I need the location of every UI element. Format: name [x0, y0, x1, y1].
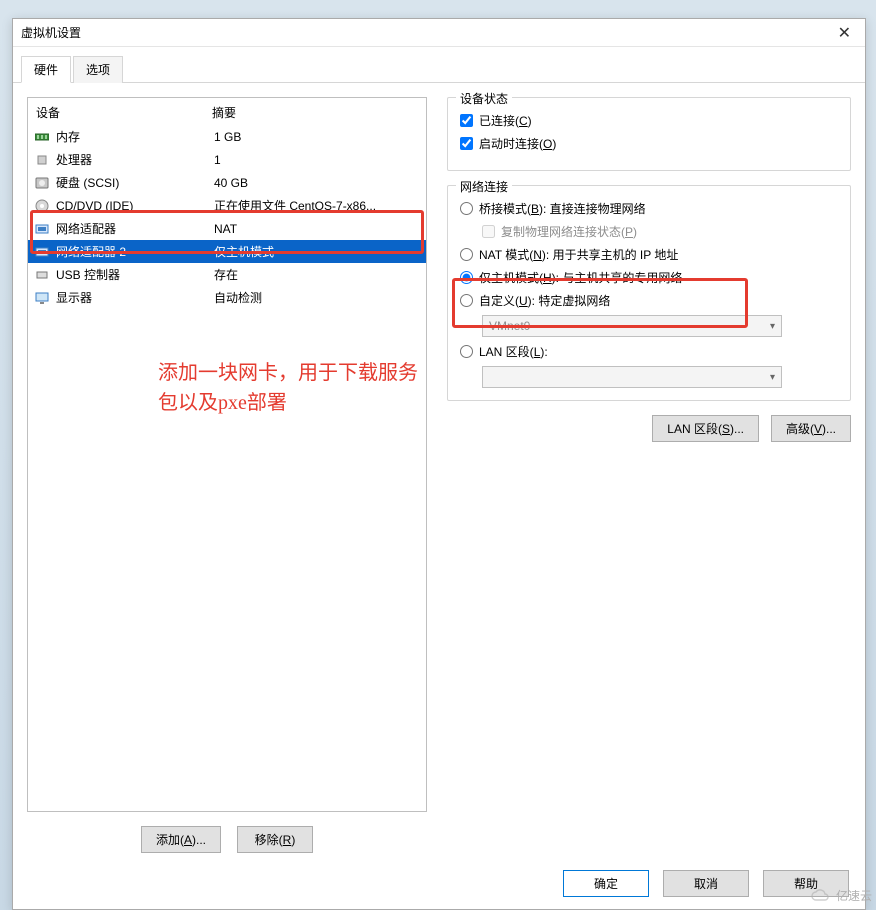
device-name: 网络适配器 2: [56, 243, 214, 260]
remove-button[interactable]: 移除(R): [237, 826, 313, 853]
radio-lan-segment[interactable]: LAN 区段(L):: [460, 343, 838, 360]
custom-network-select: VMnet0 ▾: [482, 315, 782, 337]
cloud-icon: [810, 888, 832, 904]
cd-icon: [34, 199, 50, 213]
chevron-down-icon: ▾: [770, 321, 775, 332]
disk-icon: [34, 176, 50, 190]
watermark: 亿速云: [810, 887, 872, 904]
device-row-cd[interactable]: CD/DVD (IDE) 正在使用文件 CentOS-7-x86...: [28, 194, 426, 217]
add-button[interactable]: 添加(A)...: [141, 826, 221, 853]
group-title: 设备状态: [456, 90, 512, 107]
checkbox-label: 启动时连接(O): [479, 135, 556, 152]
device-row-net1[interactable]: 网络适配器 NAT: [28, 217, 426, 240]
device-summary: 自动检测: [214, 289, 262, 306]
device-summary: 正在使用文件 CentOS-7-x86...: [214, 197, 376, 214]
col-summary: 摘要: [212, 104, 236, 121]
device-summary: 1: [214, 153, 221, 167]
device-name: 显示器: [56, 289, 214, 306]
lan-segments-button[interactable]: LAN 区段(S)...: [652, 415, 759, 442]
device-name: 处理器: [56, 151, 214, 168]
checkbox-replicate: 复制物理网络连接状态(P): [482, 223, 838, 240]
radio-label: 桥接模式(B): 直接连接物理网络: [479, 200, 646, 217]
usb-icon: [34, 268, 50, 282]
radio-label: NAT 模式(N): 用于共享主机的 IP 地址: [479, 246, 678, 263]
titlebar: 虚拟机设置 ✕: [13, 19, 865, 47]
device-name: USB 控制器: [56, 266, 214, 283]
radio-nat[interactable]: NAT 模式(N): 用于共享主机的 IP 地址: [460, 246, 838, 263]
radio-label: 仅主机模式(H): 与主机共享的专用网络: [479, 269, 682, 286]
checkbox-connect-poweron[interactable]: 启动时连接(O): [460, 135, 838, 152]
device-row-cpu[interactable]: 处理器 1: [28, 148, 426, 171]
device-name: CD/DVD (IDE): [56, 199, 214, 213]
device-name: 内存: [56, 128, 214, 145]
group-device-state: 设备状态 已连接(C) 启动时连接(O): [447, 97, 851, 171]
radio-bridged[interactable]: 桥接模式(B): 直接连接物理网络: [460, 200, 838, 217]
checkbox-connected[interactable]: 已连接(C): [460, 112, 838, 129]
radio-label: 自定义(U): 特定虚拟网络: [479, 292, 610, 309]
ok-button[interactable]: 确定: [563, 870, 649, 897]
tab-hardware[interactable]: 硬件: [21, 56, 71, 83]
network-icon: [34, 245, 50, 259]
device-row-disk[interactable]: 硬盘 (SCSI) 40 GB: [28, 171, 426, 194]
display-icon: [34, 291, 50, 305]
device-summary: 40 GB: [214, 176, 248, 190]
radio-label: LAN 区段(L):: [479, 343, 548, 360]
radio-custom[interactable]: 自定义(U): 特定虚拟网络: [460, 292, 838, 309]
device-name: 网络适配器: [56, 220, 214, 237]
col-device: 设备: [36, 104, 212, 121]
network-icon: [34, 222, 50, 236]
radio-hostonly[interactable]: 仅主机模式(H): 与主机共享的专用网络: [460, 269, 838, 286]
device-list: 设备 摘要 内存 1 GB 处理器 1 硬盘 (SCSI) 40 GB: [27, 97, 427, 812]
cpu-icon: [34, 153, 50, 167]
tab-options[interactable]: 选项: [73, 56, 123, 83]
checkbox-label: 已连接(C): [479, 112, 532, 129]
select-value: VMnet0: [489, 319, 530, 333]
group-title: 网络连接: [456, 178, 512, 195]
close-icon[interactable]: ✕: [832, 23, 857, 43]
memory-icon: [34, 130, 50, 144]
chevron-down-icon: ▾: [770, 372, 775, 383]
cancel-button[interactable]: 取消: [663, 870, 749, 897]
vm-settings-dialog: 虚拟机设置 ✕ 硬件 选项 设备 摘要 内存 1 GB 处理器 1: [12, 18, 866, 910]
window-title: 虚拟机设置: [21, 24, 832, 41]
lan-segment-select: ▾: [482, 366, 782, 388]
device-summary: 1 GB: [214, 130, 241, 144]
device-summary: 存在: [214, 266, 238, 283]
group-network-connection: 网络连接 桥接模式(B): 直接连接物理网络 复制物理网络连接状态(P) NAT…: [447, 185, 851, 401]
device-row-display[interactable]: 显示器 自动检测: [28, 286, 426, 309]
device-row-memory[interactable]: 内存 1 GB: [28, 125, 426, 148]
device-list-header: 设备 摘要: [28, 98, 426, 125]
annotation-text: 添加一块网卡，用于下载服务包以及pxe部署: [158, 358, 418, 418]
tabstrip: 硬件 选项: [13, 47, 865, 83]
checkbox-label: 复制物理网络连接状态(P): [501, 223, 637, 240]
device-summary: NAT: [214, 222, 237, 236]
dialog-footer: 确定 取消 帮助: [563, 870, 849, 897]
device-row-net2[interactable]: 网络适配器 2 仅主机模式: [28, 240, 426, 263]
advanced-button[interactable]: 高级(V)...: [771, 415, 851, 442]
device-row-usb[interactable]: USB 控制器 存在: [28, 263, 426, 286]
device-name: 硬盘 (SCSI): [56, 174, 214, 191]
watermark-text: 亿速云: [836, 887, 872, 904]
device-summary: 仅主机模式: [214, 243, 274, 260]
